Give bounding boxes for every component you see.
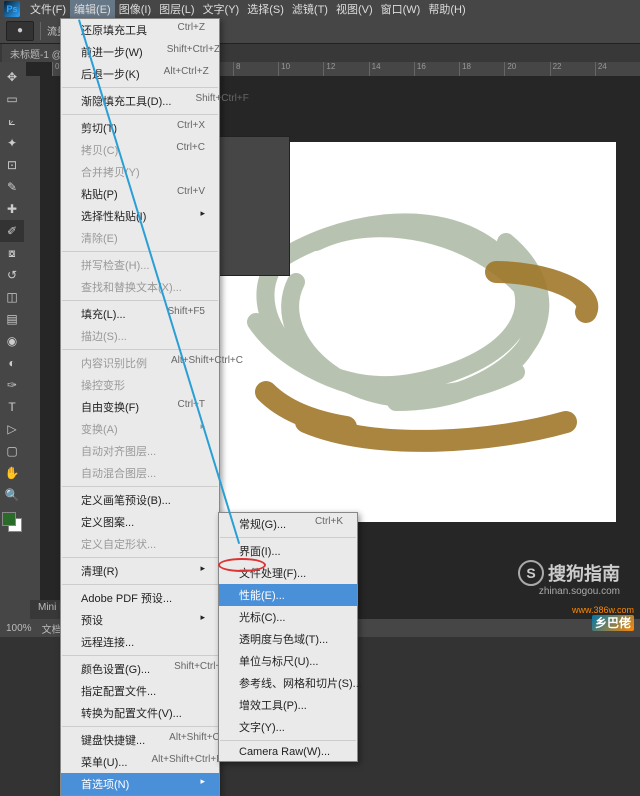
- menu-item[interactable]: Adobe PDF 预设...: [61, 587, 219, 609]
- menu-filter[interactable]: 滤镜(T): [288, 0, 332, 19]
- healBrush-tool[interactable]: ✚: [0, 198, 24, 220]
- menu-select[interactable]: 选择(S): [243, 0, 288, 19]
- menu-item[interactable]: 定义图案...: [61, 511, 219, 533]
- corner-logo: 乡巴佬: [592, 614, 634, 631]
- menubar: Ps 文件(F) 编辑(E) 图像(I) 图层(L) 文字(Y) 选择(S) 滤…: [0, 0, 640, 18]
- menu-item[interactable]: 远程连接...: [61, 631, 219, 653]
- menu-view[interactable]: 视图(V): [332, 0, 377, 19]
- tool-palette: ✥ ▭ ⟀ ✦ ⊡ ✎ ✚ ✐ ⧇ ↺ ◫ ▤ ◉ ◐ ✑ T ▷ ▢ ✋ 🔍: [0, 62, 26, 632]
- menu-item: 自动对齐图层...: [61, 440, 219, 462]
- menu-file[interactable]: 文件(F): [26, 0, 70, 19]
- menu-item: 合并拷贝(Y): [61, 161, 219, 183]
- menu-item[interactable]: 渐隐填充工具(D)...Shift+Ctrl+F: [61, 90, 219, 112]
- menu-item: 查找和替换文本(X)...: [61, 276, 219, 298]
- menu-help[interactable]: 帮助(H): [424, 0, 469, 19]
- menu-item: 描边(S)...: [61, 325, 219, 347]
- menu-item[interactable]: 转换为配置文件(V)...: [61, 702, 219, 724]
- menu-item[interactable]: 键盘快捷键...Alt+Shift+Ctrl+K: [61, 729, 219, 751]
- blur-tool[interactable]: ◉: [0, 330, 24, 352]
- eraser-tool[interactable]: ◫: [0, 286, 24, 308]
- brush-preview[interactable]: ●: [6, 21, 34, 41]
- menu-item[interactable]: 常规(G)...Ctrl+K: [219, 513, 357, 535]
- menu-item[interactable]: 填充(L)...Shift+F5: [61, 303, 219, 325]
- color-swatch[interactable]: [0, 510, 24, 534]
- preferences-submenu: 常规(G)...Ctrl+K界面(I)...文件处理(F)...性能(E)...…: [218, 512, 358, 762]
- menu-item[interactable]: 清理(R)▸: [61, 560, 219, 582]
- lasso-tool[interactable]: ⟀: [0, 110, 24, 132]
- menu-window[interactable]: 窗口(W): [377, 0, 425, 19]
- menu-item: 清除(E): [61, 227, 219, 249]
- menu-edit[interactable]: 编辑(E): [70, 0, 115, 19]
- menu-item[interactable]: 定义画笔预设(B)...: [61, 489, 219, 511]
- menu-item[interactable]: 首选项(N)▸: [61, 773, 219, 795]
- marquee-tool[interactable]: ▭: [0, 88, 24, 110]
- menu-item[interactable]: 参考线、网格和切片(S)...: [219, 672, 357, 694]
- menu-item[interactable]: 粘贴(P)Ctrl+V: [61, 183, 219, 205]
- menu-type[interactable]: 文字(Y): [199, 0, 244, 19]
- menu-item[interactable]: 文字(Y)...: [219, 716, 357, 738]
- menu-item: 变换(A)▸: [61, 418, 219, 440]
- dodge-tool[interactable]: ◐: [0, 352, 24, 374]
- menu-item: 拷贝(C)Ctrl+C: [61, 139, 219, 161]
- menu-image[interactable]: 图像(I): [115, 0, 155, 19]
- ps-logo: Ps: [4, 1, 20, 17]
- fg-color[interactable]: [2, 512, 16, 526]
- menu-item[interactable]: 增效工具(P)...: [219, 694, 357, 716]
- text-tool[interactable]: T: [0, 396, 24, 418]
- menu-item[interactable]: 文件处理(F)...: [219, 562, 357, 584]
- menu-item[interactable]: 性能(E)...: [219, 584, 357, 606]
- wand-tool[interactable]: ✦: [0, 132, 24, 154]
- menu-layer[interactable]: 图层(L): [155, 0, 198, 19]
- menu-item[interactable]: 后退一步(K)Alt+Ctrl+Z: [61, 63, 219, 85]
- menu-item[interactable]: 剪切(T)Ctrl+X: [61, 117, 219, 139]
- menu-item: 内容识别比例Alt+Shift+Ctrl+C: [61, 352, 219, 374]
- menu-item[interactable]: 预设▸: [61, 609, 219, 631]
- menu-item: 拼写检查(H)...: [61, 254, 219, 276]
- gradient-tool[interactable]: ▤: [0, 308, 24, 330]
- zoom-tool[interactable]: 🔍: [0, 484, 24, 506]
- history-brush-tool[interactable]: ↺: [0, 264, 24, 286]
- pen-tool[interactable]: ✑: [0, 374, 24, 396]
- menu-item[interactable]: 光标(C)...: [219, 606, 357, 628]
- hand-tool[interactable]: ✋: [0, 462, 24, 484]
- menu-item[interactable]: 透明度与色域(T)...: [219, 628, 357, 650]
- menu-item: 操控变形: [61, 374, 219, 396]
- menu-item[interactable]: 菜单(U)...Alt+Shift+Ctrl+M: [61, 751, 219, 773]
- path-tool[interactable]: ▷: [0, 418, 24, 440]
- menu-item: 定义自定形状...: [61, 533, 219, 555]
- eyedropper-tool[interactable]: ✎: [0, 176, 24, 198]
- menu-item[interactable]: 指定配置文件...: [61, 680, 219, 702]
- ruler-vertical: [26, 76, 40, 632]
- shape-tool[interactable]: ▢: [0, 440, 24, 462]
- stamp-tool[interactable]: ⧇: [0, 242, 24, 264]
- move-tool[interactable]: ✥: [0, 66, 24, 88]
- menu-item: 自动混合图层...: [61, 462, 219, 484]
- menu-item[interactable]: Camera Raw(W)...: [219, 743, 357, 761]
- menu-item[interactable]: 颜色设置(G)...Shift+Ctrl+K: [61, 658, 219, 680]
- menu-item[interactable]: 单位与标尺(U)...: [219, 650, 357, 672]
- zoom-level[interactable]: 100%: [6, 623, 32, 634]
- crop-tool[interactable]: ⊡: [0, 154, 24, 176]
- brush-tool[interactable]: ✐: [0, 220, 24, 242]
